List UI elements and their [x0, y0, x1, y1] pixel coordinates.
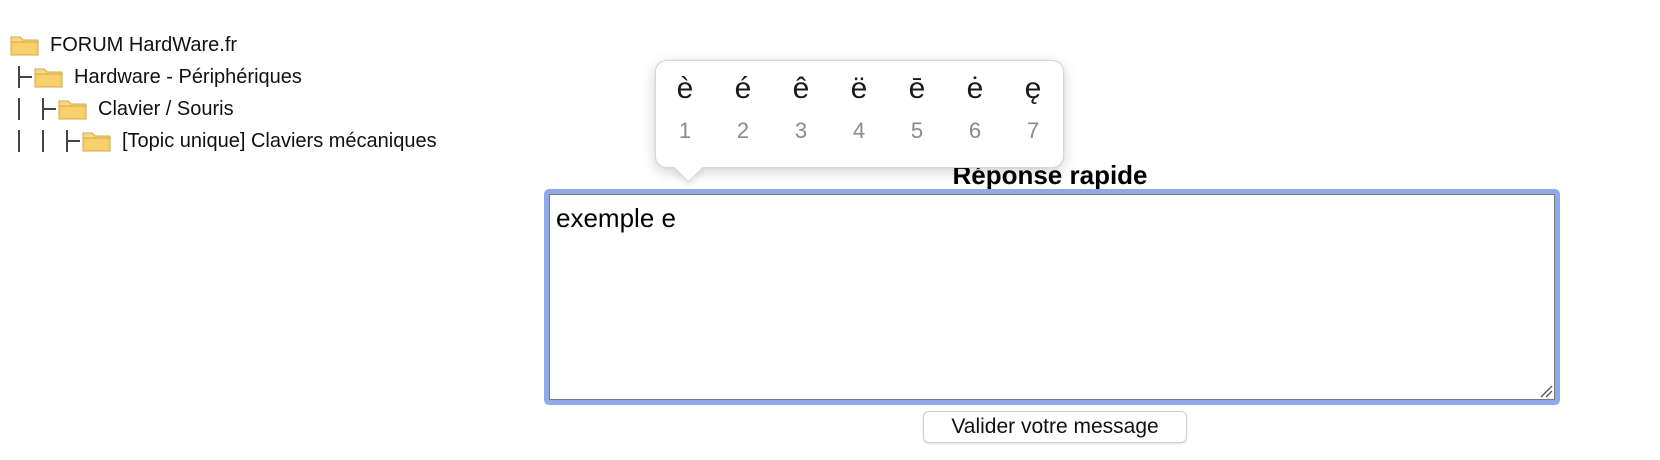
accent-key-number: 4	[852, 118, 866, 143]
tree-branch-line	[34, 96, 58, 122]
tree-vertical-line	[34, 128, 58, 154]
breadcrumb-item-forum[interactable]: FORUM HardWare.fr	[10, 30, 237, 60]
accent-key-number: 7	[1026, 118, 1040, 143]
submit-message-button[interactable]: Valider votre message	[923, 411, 1187, 443]
accent-key-number: 3	[794, 118, 808, 143]
breadcrumb-item-label[interactable]: Hardware - Périphériques	[74, 66, 302, 89]
accent-char: é	[734, 72, 752, 105]
accent-option-2[interactable]: é 2	[714, 61, 772, 167]
breadcrumb-item-label[interactable]: [Topic unique] Claviers mécaniques	[122, 130, 437, 153]
accent-char: è	[676, 72, 694, 105]
accent-option-5[interactable]: ē 5	[888, 61, 946, 167]
folder-icon	[10, 33, 40, 57]
breadcrumb-item-hardware[interactable]: Hardware - Périphériques	[10, 62, 302, 92]
accent-option-7[interactable]: ę 7	[1004, 61, 1062, 167]
tree-branch-line	[58, 128, 82, 154]
message-text[interactable]: exemple e	[556, 201, 676, 235]
accent-key-number: 2	[736, 118, 750, 143]
folder-icon	[58, 97, 88, 121]
page: FORUM HardWare.fr Hardware - Périphériqu…	[0, 0, 1660, 460]
accent-char: ë	[850, 72, 868, 105]
accent-char: ė	[966, 72, 984, 105]
accent-key-number: 5	[910, 118, 924, 143]
breadcrumb-item-clavier-souris[interactable]: Clavier / Souris	[10, 94, 234, 124]
folder-icon	[34, 65, 64, 89]
accent-char: ē	[908, 72, 926, 105]
accent-option-3[interactable]: ê 3	[772, 61, 830, 167]
breadcrumb-item-label[interactable]: Clavier / Souris	[98, 98, 234, 121]
breadcrumb-item-topic[interactable]: [Topic unique] Claviers mécaniques	[10, 126, 437, 156]
accent-char: ê	[792, 72, 810, 105]
accent-option-4[interactable]: ë 4	[830, 61, 888, 167]
tree-vertical-line	[10, 128, 34, 154]
accent-option-1[interactable]: è 1	[656, 61, 714, 167]
textarea-border	[549, 194, 1555, 400]
breadcrumb-item-label[interactable]: FORUM HardWare.fr	[50, 34, 237, 57]
tree-vertical-line	[10, 96, 34, 122]
accent-picker-popup: è 1 é 2 ê 3 ë 4 ē 5 ė 6 ę 7	[655, 60, 1064, 168]
tree-branch-line	[10, 64, 34, 90]
accent-char: ę	[1024, 72, 1042, 105]
accent-option-6[interactable]: ė 6	[946, 61, 1004, 167]
accent-key-number: 6	[968, 118, 982, 143]
folder-icon	[82, 129, 112, 153]
resize-handle-icon[interactable]	[1539, 384, 1553, 398]
accent-key-number: 1	[678, 118, 692, 143]
message-textarea[interactable]: exemple e	[544, 189, 1560, 405]
